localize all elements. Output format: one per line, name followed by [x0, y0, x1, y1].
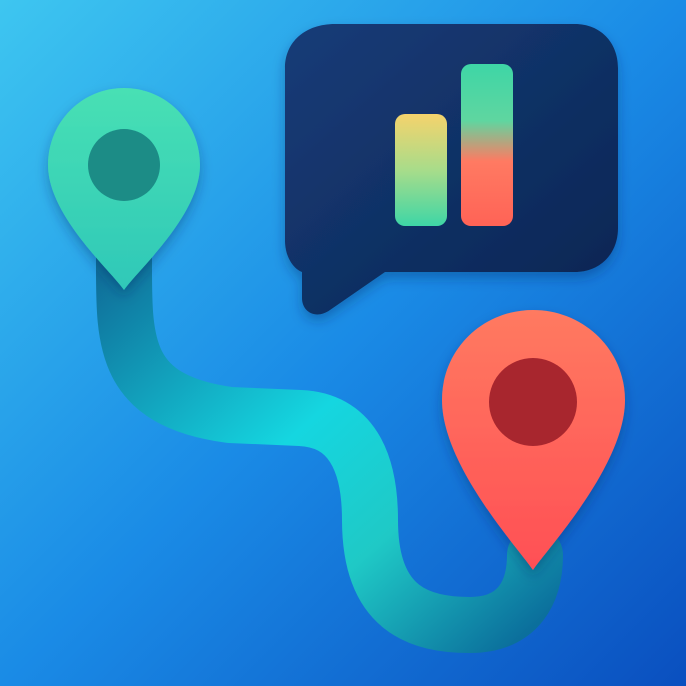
app-icon-artwork: [0, 0, 686, 686]
bar-short: [395, 114, 447, 226]
bar-tall: [461, 64, 513, 226]
end-pin-dot: [489, 358, 577, 446]
app-icon: [0, 0, 686, 686]
chat-bubble-icon: [285, 24, 618, 315]
start-pin-dot: [88, 129, 160, 201]
